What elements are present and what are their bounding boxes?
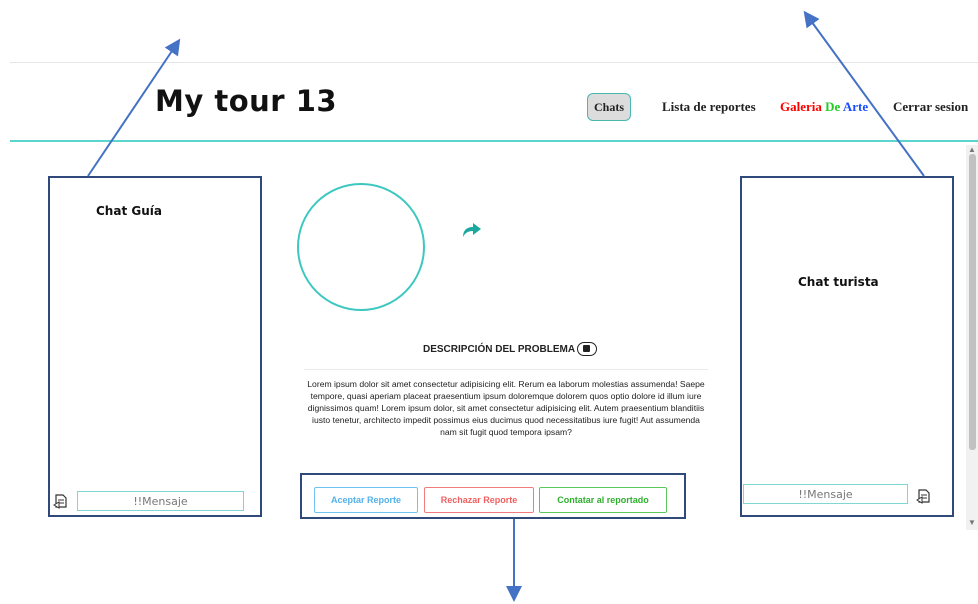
annotation-arrows [87, 10, 925, 602]
arrow-to-right-panel [803, 10, 925, 177]
arrow-to-left-panel [87, 38, 181, 177]
